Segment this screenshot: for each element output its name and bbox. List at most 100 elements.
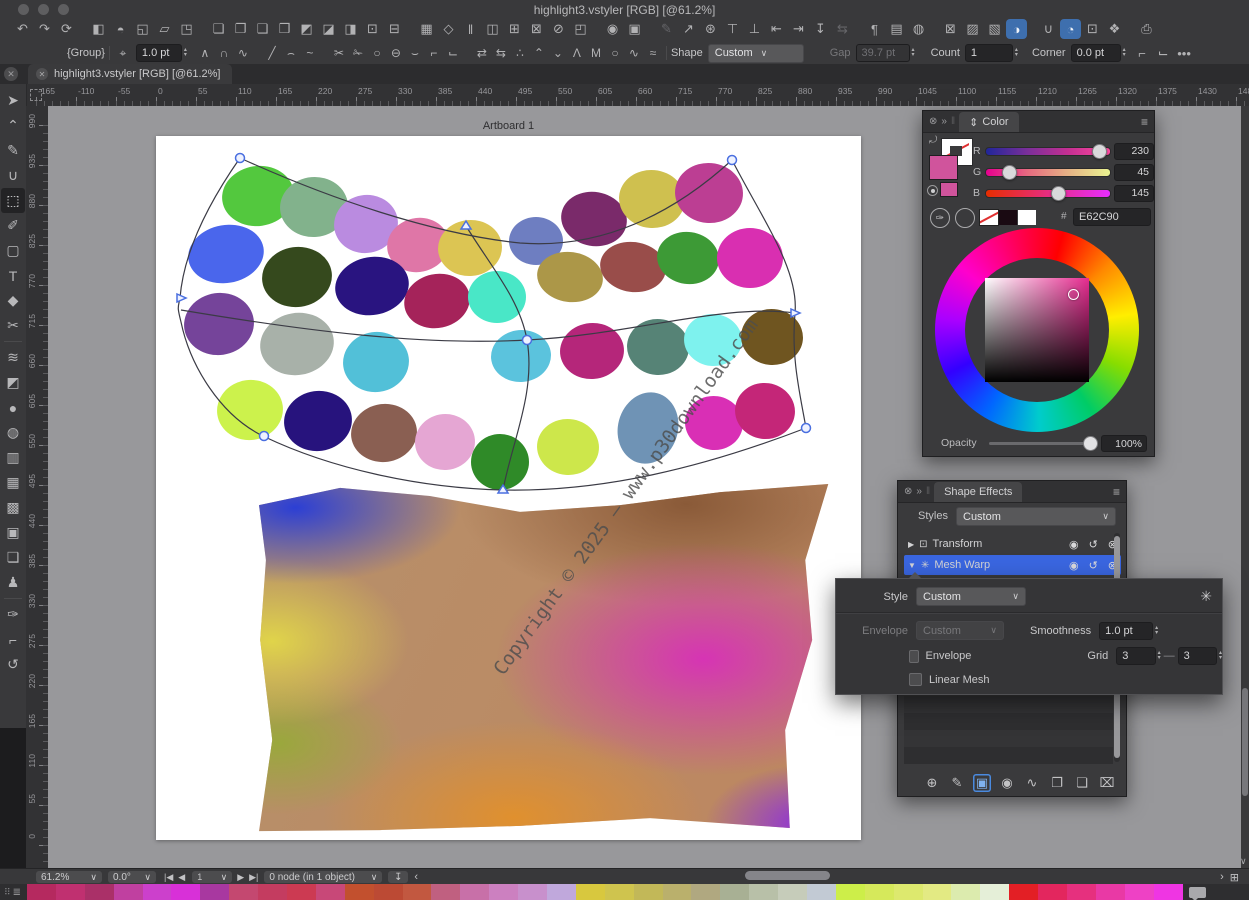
snap-bounds-icon[interactable]: ⊡: [1082, 19, 1103, 39]
palette-swatch[interactable]: [807, 884, 836, 900]
mask-icon[interactable]: ⊠: [940, 19, 961, 39]
open-path-icon[interactable]: ⊖: [387, 43, 405, 63]
envelope-checkbox[interactable]: [909, 650, 919, 663]
rotate-canvas-tool[interactable]: ↺: [1, 652, 25, 677]
vertical-ruler[interactable]: 9909358808257707156606055504954403853302…: [26, 106, 49, 868]
mesh-sphere-tool[interactable]: ◍: [1, 420, 25, 445]
pen-tool[interactable]: ✐: [1, 213, 25, 238]
grid-y-stepper[interactable]: ▴▾: [1219, 651, 1222, 661]
more-options-button[interactable]: •••: [1174, 43, 1195, 63]
node-smooth-icon[interactable]: ∩: [215, 43, 233, 63]
fill-tool[interactable]: ◆: [1, 288, 25, 313]
text-flow-icon[interactable]: ¶: [864, 19, 885, 39]
rectangle-tool[interactable]: ▢: [1, 238, 25, 263]
horizontal-ruler[interactable]: -165-110-5505511016522027533038544049555…: [26, 84, 1249, 107]
palette-swatch[interactable]: [1096, 884, 1125, 900]
ellipse-node-icon[interactable]: ○: [606, 43, 624, 63]
gradient-tool[interactable]: ▥: [1, 445, 25, 470]
corner-round-icon[interactable]: ⌐: [1132, 43, 1153, 63]
prev-page-icon[interactable]: ◀: [178, 872, 185, 883]
palette-swatch[interactable]: [663, 884, 692, 900]
eye-icon[interactable]: ◉: [1069, 559, 1079, 572]
styles-dropdown[interactable]: Custom ∨: [956, 507, 1116, 526]
palette-swatch[interactable]: [85, 884, 114, 900]
marquee-tool[interactable]: ⬚: [1, 188, 25, 213]
merge-icon[interactable]: ◨: [340, 19, 361, 39]
lattice-icon[interactable]: ▦: [416, 19, 437, 39]
segment-arc-icon[interactable]: ⌢: [282, 43, 300, 63]
grid-x-stepper[interactable]: ▴▾: [1158, 651, 1161, 661]
first-page-icon[interactable]: |◀: [164, 872, 173, 883]
smoothness-stepper[interactable]: ▴▾: [1155, 626, 1158, 636]
palette-swatch[interactable]: [287, 884, 316, 900]
duplicate-effect-button[interactable]: ❐: [1048, 774, 1066, 792]
convert-grid-icon[interactable]: ⊞: [504, 19, 525, 39]
divide-icon[interactable]: ◩: [296, 19, 317, 39]
transform-each-icon[interactable]: ▱: [154, 19, 175, 39]
distribute-left-icon[interactable]: ⇤: [766, 19, 787, 39]
join-corner-icon[interactable]: ⌐: [425, 43, 443, 63]
channel-slider-thumb[interactable]: [1092, 144, 1107, 159]
palette-swatch[interactable]: [749, 884, 778, 900]
rotate-page-icon[interactable]: ⊛: [700, 19, 721, 39]
blend-tool-icon[interactable]: ◉: [602, 19, 623, 39]
curve-node-icon[interactable]: ∿: [625, 43, 643, 63]
vertical-scrollbar-thumb[interactable]: [1242, 688, 1248, 796]
node-cusp-icon[interactable]: ∧: [196, 43, 214, 63]
envelope-frame-icon[interactable]: ▤: [886, 19, 907, 39]
align-top-icon[interactable]: ⊤: [722, 19, 743, 39]
drag-handle-icon[interactable]: ⠿: [4, 887, 10, 898]
palette-swatch[interactable]: [1067, 884, 1096, 900]
tab-close-icon[interactable]: ✕: [36, 68, 48, 80]
chevron-right-icon[interactable]: ▶: [908, 540, 914, 549]
reset-icon[interactable]: ↺: [1089, 559, 1098, 572]
palette-swatch[interactable]: [316, 884, 345, 900]
join-arc-icon[interactable]: ⌣: [406, 43, 424, 63]
palette-swatch[interactable]: [1038, 884, 1067, 900]
brush-tool[interactable]: ✎: [1, 138, 25, 163]
channel-slider-track[interactable]: [985, 189, 1111, 198]
zoom-dropdown[interactable]: 61.2%∨: [36, 871, 102, 883]
palette-swatch[interactable]: [894, 884, 923, 900]
last-page-icon[interactable]: ▶|: [249, 872, 258, 883]
channel-value-input[interactable]: 145: [1114, 185, 1154, 202]
rotate-90-icon[interactable]: ◱: [132, 19, 153, 39]
palette-swatch[interactable]: [720, 884, 749, 900]
gradient-patch-tool[interactable]: ◩: [1, 370, 25, 395]
reverse-path-icon[interactable]: ⇄: [473, 43, 491, 63]
knife-path-icon[interactable]: ✁: [349, 43, 367, 63]
mesh-grid-tool[interactable]: ▦: [1, 470, 25, 495]
segment-line-icon[interactable]: ╱: [263, 43, 281, 63]
break-node-icon[interactable]: ⌄: [549, 43, 567, 63]
corner-input[interactable]: 0.0 pt: [1071, 44, 1121, 62]
panel-collapse-icon[interactable]: »: [941, 116, 947, 127]
anchor-position-icon[interactable]: ⌖: [114, 43, 132, 63]
palette-swatch[interactable]: [980, 884, 1009, 900]
palette-swatch[interactable]: [576, 884, 605, 900]
add-effect-button[interactable]: ⊕: [923, 774, 941, 792]
channel-slider-track[interactable]: [985, 147, 1111, 156]
doc-scan-icon[interactable]: ◍: [908, 19, 929, 39]
palette-swatch[interactable]: [836, 884, 865, 900]
color-circle-icon[interactable]: [955, 208, 975, 228]
magnet-tool[interactable]: ∪: [1, 163, 25, 188]
shape-builder-icon[interactable]: ❖: [1104, 19, 1125, 39]
angle-dropdown[interactable]: 0.0°∨: [108, 871, 156, 883]
swap-direction-icon[interactable]: ⇆: [492, 43, 510, 63]
ruler-origin-icon[interactable]: [30, 89, 42, 101]
palette-swatch[interactable]: [605, 884, 634, 900]
channel-value-input[interactable]: 230: [1114, 143, 1154, 160]
frame-crop-icon[interactable]: ◰: [570, 19, 591, 39]
rounded-rect-tool[interactable]: ▣: [1, 520, 25, 545]
flip-vertical-icon[interactable]: ◓: [110, 19, 131, 39]
export-icon[interactable]: ↗: [678, 19, 699, 39]
palette-swatch[interactable]: [114, 884, 143, 900]
reset-icon[interactable]: ↺: [1089, 538, 1098, 551]
palette-swatch[interactable]: [403, 884, 432, 900]
panel-close-icon[interactable]: ⊗: [904, 486, 912, 497]
opacity-value[interactable]: 100%: [1101, 435, 1147, 452]
direct-select-tool[interactable]: ⌃: [1, 113, 25, 138]
delete-effect-button[interactable]: ⌧: [1098, 774, 1116, 792]
smooth-button[interactable]: ∿: [1023, 774, 1041, 792]
panel-close-icon[interactable]: ⊗: [929, 116, 937, 127]
